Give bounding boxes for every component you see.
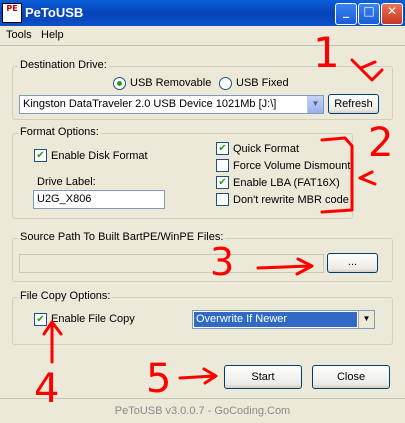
enable-file-copy-checkbox[interactable]: ✔ — [34, 313, 47, 326]
annotation-arrow-5 — [178, 367, 218, 385]
chevron-down-icon[interactable]: ▼ — [307, 96, 323, 113]
drive-select[interactable]: Kingston DataTraveler 2.0 USB Device 102… — [19, 95, 324, 114]
enable-lba-checkbox[interactable]: ✔ — [216, 176, 229, 189]
force-dismount-checkbox[interactable] — [216, 159, 229, 172]
annotation-number-5: 5 — [146, 356, 172, 402]
enable-disk-format-checkbox[interactable]: ✔ — [34, 149, 47, 162]
annotation-number-2: 2 — [368, 120, 394, 166]
copy-mode-value: Overwrite If Newer — [194, 312, 357, 327]
app-icon: PE — [2, 3, 22, 23]
annotation-arrow-2 — [358, 170, 377, 186]
usb-removable-label[interactable]: USB Removable — [130, 77, 211, 89]
dont-rewrite-mbr-label[interactable]: Don't rewrite MBR code — [233, 194, 349, 206]
minimize-button[interactable]: _ — [335, 3, 357, 25]
enable-disk-format-label[interactable]: Enable Disk Format — [51, 150, 148, 162]
menu-help[interactable]: Help — [41, 29, 64, 41]
enable-lba-label[interactable]: Enable LBA (FAT16X) — [233, 177, 340, 189]
refresh-button[interactable]: Refresh — [328, 94, 379, 114]
enable-file-copy-label[interactable]: Enable File Copy — [51, 313, 135, 325]
source-path-input[interactable] — [19, 254, 324, 273]
copy-mode-select[interactable]: Overwrite If Newer ▼ — [192, 310, 375, 329]
quick-format-label[interactable]: Quick Format — [233, 143, 299, 155]
window-title: PeToUSB — [25, 5, 84, 20]
source-path-legend: Source Path To Built BartPE/WinPE Files: — [18, 231, 226, 243]
dont-rewrite-mbr-checkbox[interactable] — [216, 193, 229, 206]
title-bar[interactable]: PE PeToUSB _ □ ✕ — [0, 0, 405, 26]
menu-tools[interactable]: Tools — [6, 29, 32, 41]
destination-drive-legend: Destination Drive: — [18, 59, 109, 71]
force-dismount-label[interactable]: Force Volume Dismount — [233, 160, 350, 172]
file-copy-legend: File Copy Options: — [18, 290, 113, 302]
start-button[interactable]: Start — [224, 365, 302, 389]
status-bar: PeToUSB v3.0.0.7 - GoCoding.Com — [0, 398, 405, 423]
menu-bar: Tools Help — [0, 26, 405, 46]
usb-removable-radio[interactable] — [113, 77, 126, 90]
close-button[interactable]: Close — [312, 365, 390, 389]
quick-format-checkbox[interactable]: ✔ — [216, 142, 229, 155]
drive-label-value: U2G_X806 — [37, 193, 92, 205]
radio-selected-dot — [117, 81, 122, 86]
drive-label-input[interactable]: U2G_X806 — [33, 190, 165, 209]
chevron-down-icon[interactable]: ▼ — [358, 311, 374, 328]
usb-fixed-radio[interactable] — [219, 77, 232, 90]
usb-fixed-label[interactable]: USB Fixed — [236, 77, 289, 89]
format-options-legend: Format Options: — [18, 126, 101, 138]
drive-label-caption: Drive Label: — [37, 176, 96, 188]
maximize-button[interactable]: □ — [358, 3, 380, 25]
drive-select-value: Kingston DataTraveler 2.0 USB Device 102… — [23, 98, 277, 110]
browse-button[interactable]: ... — [327, 253, 378, 273]
close-window-button[interactable]: ✕ — [381, 3, 403, 25]
status-text: PeToUSB v3.0.0.7 - GoCoding.Com — [114, 405, 291, 417]
